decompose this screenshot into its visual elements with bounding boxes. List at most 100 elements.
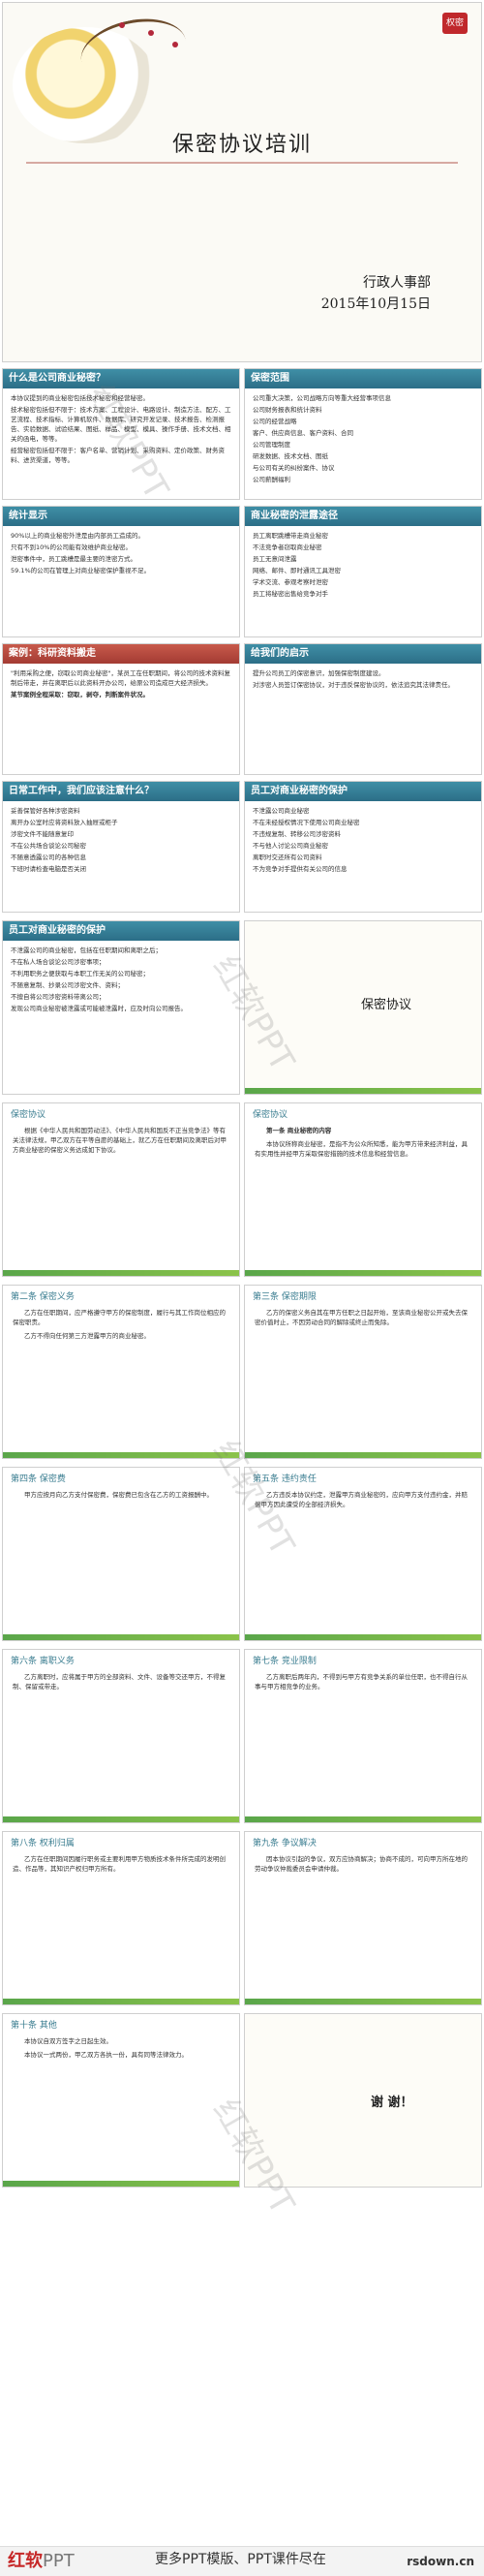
- slide-header: 商业秘密的泄露途径: [245, 507, 481, 526]
- slide-line: 学术交流、参观考察时泄密: [253, 578, 328, 586]
- slide-line: "利用采购之便，窃取公司商业秘密"，某员工在任职期间，将公司的技术资料复制后带走…: [11, 669, 230, 687]
- slide-line: 网络、邮件、即时通讯工具泄密: [253, 567, 341, 574]
- slide-line: 本协议提到的商业秘密包括技术秘密和经营秘密。: [11, 394, 149, 402]
- slide-line: 本协议所称商业秘密，是指不为公众所知悉，能为甲方带来经济利益，具有实用性并经甲方…: [255, 1140, 468, 1158]
- slide-line: 发现公司商业秘密被泄露或可能被泄露时，应及时向公司报告。: [11, 1005, 187, 1012]
- flower-dot: [119, 22, 125, 28]
- slide-line: 下班时请检查电脑是否关闭: [11, 865, 86, 873]
- slide-line: 经营秘密包括但不限于：客户名单、营销计划、采购资料、定价政策、财务资料、进货渠道…: [11, 447, 225, 464]
- slide-line: 不法竞争者窃取商业秘密: [253, 543, 322, 551]
- slide-header: 给我们的启示: [245, 644, 481, 664]
- slide-line: 不为竞争对手提供有关公司的信息: [253, 865, 348, 873]
- slide-header: 第九条 争议解决: [253, 1839, 317, 1848]
- slide-header: 第二条 保密义务: [11, 1292, 75, 1302]
- slide-line: 对涉密人员签订保密协议，对于违反保密协议的，依法追究其法律责任。: [253, 681, 454, 689]
- slide-line: 离职时交还所有公司资料: [253, 853, 322, 861]
- slide-card: 员工对商业秘密的保护 不泄露公司的商业秘密，包括在任职期间和离职之后； 不在私人…: [2, 920, 240, 1095]
- slide-card: 第八条 权利归属 乙方在任职期间因履行职务或主要利用甲方物质技术条件所完成的发明…: [2, 1831, 240, 2005]
- green-strip: [3, 1270, 239, 1276]
- green-strip: [245, 1999, 481, 2004]
- slide-line: 乙方在任职期间，应严格遵守甲方的保密制度，履行与其工作岗位相应的保密职责。: [13, 1309, 226, 1326]
- green-strip: [3, 1634, 239, 1640]
- slide-card: 第十条 其他 本协议自双方签字之日起生效。 本协议一式两份，甲乙双方各执一份，具…: [2, 2013, 240, 2188]
- slide-line: 根据《中华人民共和国劳动法》、《中华人民共和国反不正当竞争法》等有关法律法规，甲…: [13, 1127, 227, 1154]
- slide-line: 员工离职跳槽带走商业秘密: [253, 532, 328, 540]
- slide-line: 不利用职务之便获取与本职工作无关的公司秘密；: [11, 970, 149, 978]
- cover-department: 行政人事部: [363, 275, 431, 291]
- slide-header: 第五条 违约责任: [253, 1474, 317, 1484]
- cover-date: 2015年10月15日: [320, 296, 431, 312]
- thanks-text: 谢 谢！: [371, 2095, 413, 2110]
- slide-card: 第五条 违约责任 乙方违反本协议约定，泄露甲方商业秘密的，应向甲方支付违约金，并…: [244, 1467, 482, 1641]
- slide-card: 第二条 保密义务 乙方在任职期间，应严格遵守甲方的保密制度，履行与其工作岗位相应…: [2, 1285, 240, 1459]
- slide-line: 公司管理制度: [253, 441, 290, 449]
- slide-line: 乙方违反本协议约定，泄露甲方商业秘密的，应向甲方支付违约金，并赔偿甲方因此遭受的…: [255, 1491, 468, 1508]
- slide-header: 员工对商业秘密的保护: [245, 782, 481, 801]
- slide-line: 研发数据、技术文档、图纸: [253, 452, 328, 460]
- slide-line: 不违规复制、转移公司涉密资料: [253, 830, 341, 838]
- slide-line: 技术秘密包括但不限于：技术方案、工程设计、电路设计、制造方法、配方、工艺流程、技…: [11, 406, 231, 443]
- green-strip: [3, 1816, 239, 1822]
- slide-line: 公司的经营战略: [253, 418, 297, 425]
- slide-line: 妥善保管好各种涉密资料: [11, 807, 80, 815]
- green-strip: [3, 1452, 239, 1458]
- footer-tagline: 更多PPT模版、PPT课件尽在: [155, 2552, 326, 2567]
- slide-card: 案例：科研资料搬走 "利用采购之便，窃取公司商业秘密"，某员工在任职期间，将公司…: [2, 643, 240, 775]
- slide-line: 泄密事件中，员工跳槽是最主要的泄密方式。: [11, 555, 136, 563]
- teacup-illustration: [245, 921, 342, 1009]
- slide-line: 某节案例全程采取：窃取，剥夺，判断案件状况。: [11, 691, 149, 698]
- branch-illustration: [75, 10, 193, 92]
- slide-header: 第八条 权利归属: [11, 1839, 75, 1848]
- footer-brand[interactable]: 红软PPT: [8, 2547, 75, 2572]
- slide-header: 第六条 离职义务: [11, 1657, 75, 1666]
- footer-brand-name: 红软: [8, 2551, 43, 2571]
- green-strip: [245, 1270, 481, 1276]
- slide-card: 保密范围 公司重大决策，公司战略方向等重大经营事项信息 公司财务报表和统计资料 …: [244, 368, 482, 500]
- slide-header: 保密协议: [253, 1110, 288, 1120]
- slide-card: 员工对商业秘密的保护 不泄露公司商业秘密 不在未经授权情况下使用公司商业秘密 不…: [244, 781, 482, 913]
- cover-title: 保密协议培训: [171, 133, 312, 157]
- slide-line: 只有不到10%的公司能有效维护商业秘密。: [11, 543, 132, 551]
- slide-card: 第九条 争议解决 因本协议引起的争议，双方应协商解决；协商不成的，可向甲方所在地…: [244, 1831, 482, 2005]
- slide-line: 涉密文件不能随意复印: [11, 830, 74, 838]
- slide-line: 与公司有关的纠纷案件、协议: [253, 464, 335, 472]
- slide-header: 保密范围: [245, 369, 481, 388]
- slide-card: 第四条 保密费 甲方应按月向乙方支付保密费，保密费已包含在乙方的工资报酬中。: [2, 1467, 240, 1641]
- slide-line: 因本协议引起的争议，双方应协商解决；协商不成的，可向甲方所在地的劳动争议仲裁委员…: [255, 1855, 468, 1873]
- slide-line: 离开办公室时应将资料放入抽屉或柜子: [11, 819, 118, 826]
- slide-line: 不泄露公司的商业秘密，包括在任职期间和离职之后；: [11, 947, 162, 954]
- slide-line: 客户、供应商信息、客户资料、合同: [253, 429, 353, 437]
- section-title: 保密协议: [361, 998, 412, 1012]
- slide-line: 第一条 商业秘密的内容: [266, 1127, 332, 1134]
- green-strip: [245, 1634, 481, 1640]
- slide-line: 公司重大决策，公司战略方向等重大经营事项信息: [253, 394, 391, 402]
- slide-line: 提升公司员工的保密意识，加强保密制度建设。: [253, 669, 385, 677]
- slide-card: 统计显示 90%以上的商业秘密外泄是由内部员工造成的。 只有不到10%的公司能有…: [2, 506, 240, 637]
- cover-divider: [26, 162, 458, 164]
- green-strip: [3, 2181, 239, 2187]
- slide-header: 第七条 竞业限制: [253, 1657, 317, 1666]
- slide-card: 日常工作中，我们应该注意什么？ 妥善保管好各种涉密资料 离开办公室时应将资料放入…: [2, 781, 240, 913]
- teacup-illustration: [245, 2014, 342, 2101]
- slide-line: 不在未经授权情况下使用公司商业秘密: [253, 819, 360, 826]
- slide-line: 甲方应按月向乙方支付保密费，保密费已包含在乙方的工资报酬中。: [24, 1491, 213, 1499]
- slide-card: 保密协议 第一条 商业秘密的内容 本协议所称商业秘密，是指不为公众所知悉，能为甲…: [244, 1102, 482, 1277]
- slide-header: 第四条 保密费: [11, 1474, 66, 1484]
- slide-line: 不在公共场合谈论公司秘密: [11, 842, 86, 850]
- slide-line: 本协议一式两份，甲乙双方各执一份，具有同等法律效力。: [24, 2051, 188, 2059]
- slide-line: 不随意透露公司的各种信息: [11, 853, 86, 861]
- green-strip: [245, 1816, 481, 1822]
- slide-header: 员工对商业秘密的保护: [3, 921, 239, 941]
- footer-site-link[interactable]: rsdown.cn: [407, 2555, 474, 2568]
- slide-line: 不与他人讨论公司商业秘密: [253, 842, 328, 850]
- slide-line: 不擅自将公司涉密资料带离公司；: [11, 993, 106, 1001]
- slide-line: 90%以上的商业秘密外泄是由内部员工造成的。: [11, 532, 144, 540]
- slide-header: 案例：科研资料搬走: [3, 644, 239, 664]
- slide-header: 日常工作中，我们应该注意什么？: [3, 782, 239, 801]
- slide-card: 第六条 离职义务 乙方离职时，应将属于甲方的全部资料、文件、设备等交还甲方，不得…: [2, 1649, 240, 1823]
- logo-badge: 权密: [442, 13, 468, 34]
- slide-header: 第三条 保密期限: [253, 1292, 317, 1302]
- section-cover: 保密协议: [244, 920, 482, 1095]
- flower-dot: [148, 30, 154, 36]
- slide-line: 公司薪酬福利: [253, 476, 290, 483]
